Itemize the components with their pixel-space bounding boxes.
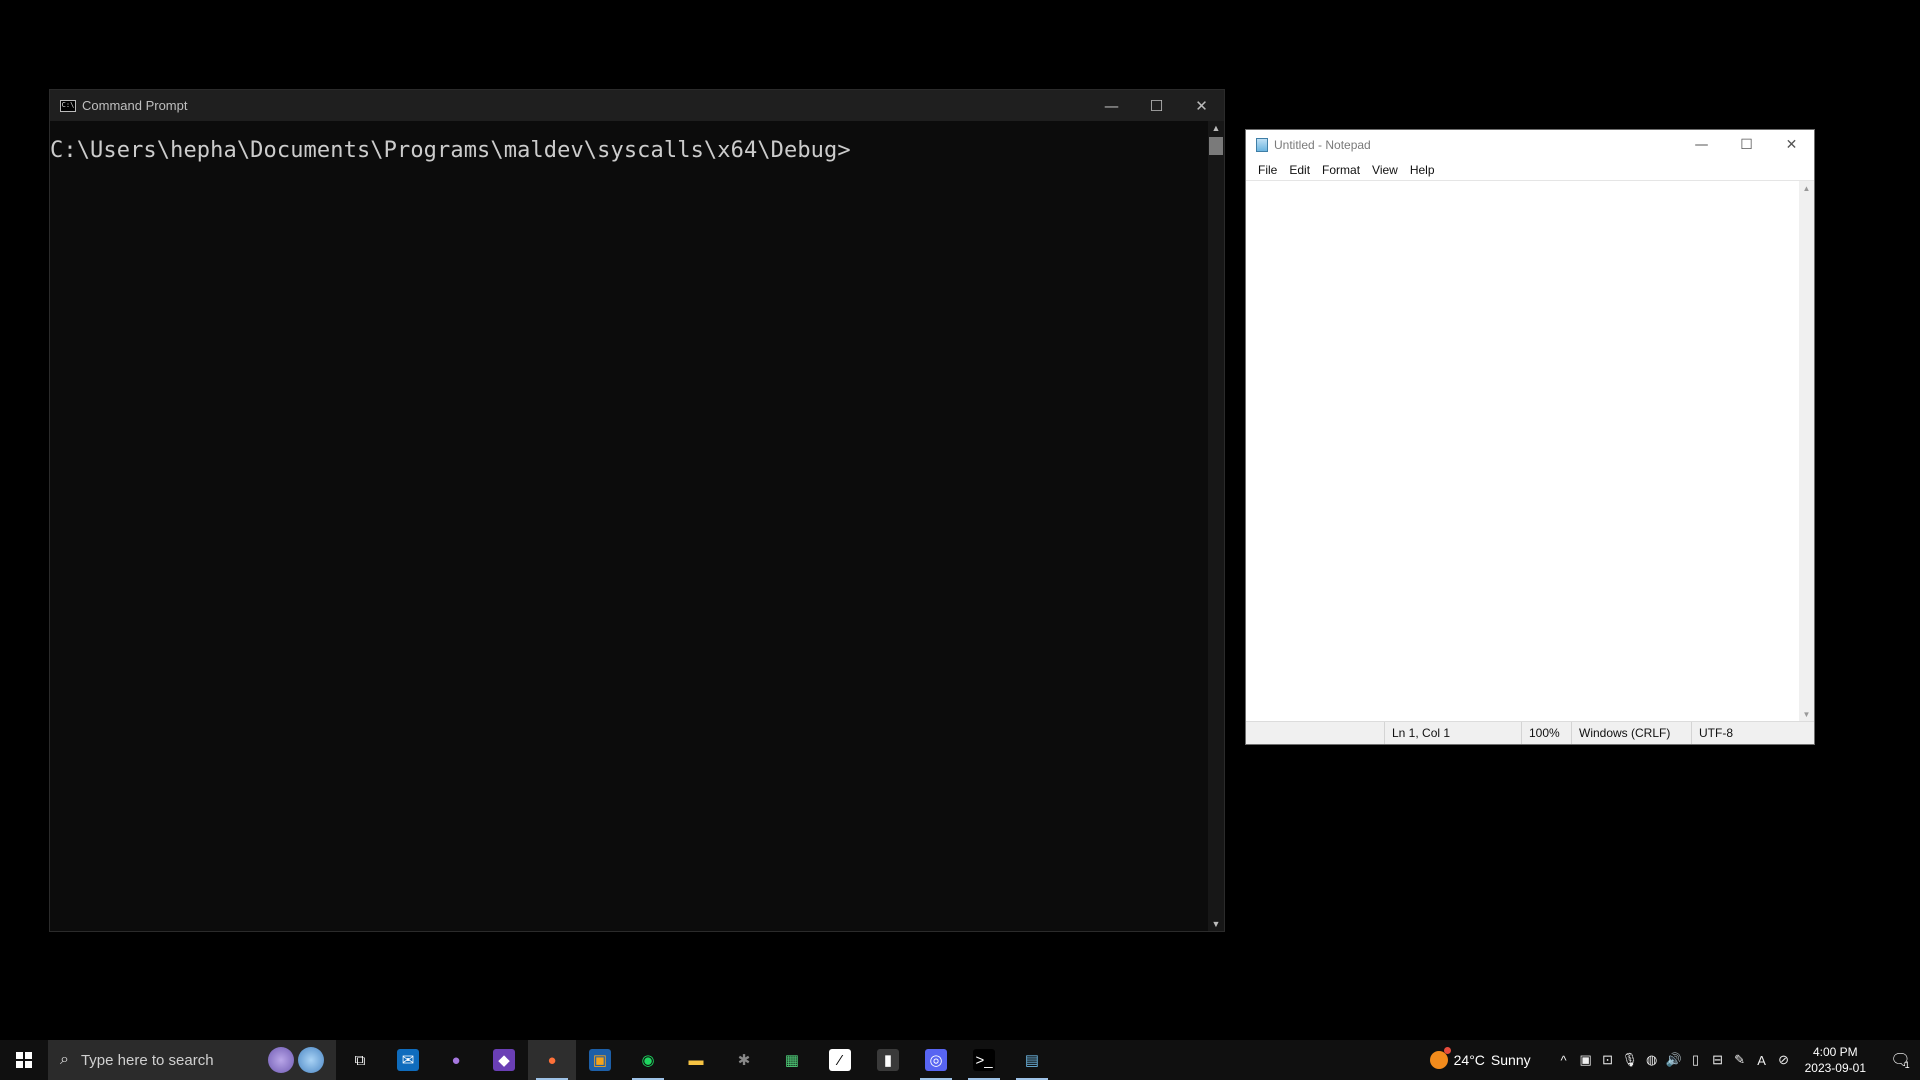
network-icon[interactable]: ⊟ (1707, 1040, 1729, 1080)
taskbar-app-button[interactable]: ▤ (1008, 1040, 1056, 1080)
taskbar-search-box[interactable]: ⌕ Type here to search (48, 1040, 336, 1080)
taskbar-app-button[interactable]: ⧉ (336, 1040, 384, 1080)
maximize-button[interactable]: ☐ (1134, 90, 1179, 121)
notification-center-button[interactable]: 🗨 1 (1880, 1040, 1920, 1080)
notepad-statusbar: Ln 1, Col 1 100% Windows (CRLF) UTF-8 (1246, 721, 1814, 744)
search-placeholder: Type here to search (80, 1051, 214, 1069)
clock-date: 2023-09-01 (1804, 1061, 1866, 1075)
notepad-window[interactable]: Untitled - Notepad — ☐ ✕ File Edit Forma… (1245, 129, 1815, 745)
notepad-title: Untitled - Notepad (1274, 138, 1371, 152)
scroll-thumb[interactable] (1209, 137, 1223, 155)
close-button[interactable]: ✕ (1179, 90, 1224, 121)
command-prompt-line: C:\Users\hepha\Documents\Programs\maldev… (50, 138, 851, 163)
visual-studio-icon: ◆ (493, 1049, 515, 1071)
volume-icon[interactable]: 🔊 (1663, 1040, 1685, 1080)
taskbar: ⌕ Type here to search ⧉ ✉ ● ◆ ● ▣ ◉ ▬ ✱ ▦ ⁄ ▮ ◎ >_ ▤ 2… (0, 1040, 1920, 1080)
input-icon[interactable]: ⊘ (1773, 1040, 1795, 1080)
scroll-down-arrow-icon[interactable]: ▼ (1799, 707, 1814, 722)
taskbar-app-button[interactable]: ▬ (672, 1040, 720, 1080)
notepad-icon: ▤ (1024, 1052, 1040, 1069)
mail-icon: ✉ (397, 1049, 419, 1071)
cmd-titlebar[interactable]: C:\ Command Prompt — ☐ ✕ (50, 90, 1224, 121)
menu-format[interactable]: Format (1316, 163, 1366, 177)
scroll-down-arrow-icon[interactable]: ▼ (1208, 917, 1224, 931)
taskbar-app-button[interactable]: ◆ (480, 1040, 528, 1080)
spotify-icon: ◉ (641, 1052, 655, 1069)
taskbar-app-button[interactable]: ✱ (720, 1040, 768, 1080)
vmware-icon: ▣ (589, 1049, 611, 1071)
clock[interactable]: 4:00 PM 2023-09-01 (1795, 1044, 1880, 1076)
taskbar-app-button[interactable]: ● (432, 1040, 480, 1080)
sunny-weather-icon (1429, 1047, 1451, 1069)
notepad-titlebar[interactable]: Untitled - Notepad — ☐ ✕ (1246, 130, 1814, 160)
system-tray: 24°C Sunny ^ ▣ ⊡ 🎙 ◍ 🔊 ▯ ⊟ ✎ A ⊘ 4:00 PM 2023-09-0… (1429, 1040, 1920, 1080)
tray-icons: ^ ▣ ⊡ 🎙 ◍ 🔊 ▯ ⊟ ✎ A ⊘ (1553, 1040, 1795, 1080)
discord-icon: ◎ (925, 1049, 947, 1071)
command-prompt-window[interactable]: C:\ Command Prompt — ☐ ✕ C:\Users\hepha\… (49, 89, 1225, 932)
language-icon[interactable]: A (1751, 1040, 1773, 1080)
taskbar-app-button[interactable]: ▮ (864, 1040, 912, 1080)
cmd-title: Command Prompt (82, 98, 188, 113)
weather-condition: Sunny (1490, 1052, 1531, 1068)
status-line-ending: Windows (CRLF) (1571, 722, 1691, 744)
notepad-menubar: File Edit Format View Help (1246, 160, 1814, 180)
search-icon: ⌕ (60, 1051, 69, 1068)
cmd-scrollbar[interactable]: ▲ ▼ (1208, 121, 1224, 931)
taskbar-app-button[interactable]: ◎ (912, 1040, 960, 1080)
taskbar-app-button[interactable]: ⁄ (816, 1040, 864, 1080)
twitch-icon: ▮ (877, 1049, 899, 1071)
console-output[interactable]: C:\Users\hepha\Documents\Programs\maldev… (50, 121, 1208, 931)
taskbar-apps: ⧉ ✉ ● ◆ ● ▣ ◉ ▬ ✱ ▦ ⁄ ▮ ◎ >_ ▤ (336, 1040, 1056, 1080)
close-button[interactable]: ✕ (1769, 130, 1814, 160)
pen-icon[interactable]: ✎ (1729, 1040, 1751, 1080)
notes-icon: ⁄ (829, 1049, 851, 1071)
minimize-button[interactable]: — (1089, 90, 1134, 121)
firefox-icon: ● (547, 1051, 557, 1069)
menu-edit[interactable]: Edit (1283, 163, 1316, 177)
taskbar-app-button[interactable]: ● (528, 1040, 576, 1080)
battery-icon[interactable]: ▯ (1685, 1040, 1707, 1080)
menu-file[interactable]: File (1252, 163, 1283, 177)
notepad-app-icon (1256, 138, 1268, 152)
status-position: Ln 1, Col 1 (1384, 722, 1521, 744)
weather-widget[interactable]: 24°C Sunny (1429, 1047, 1531, 1069)
clock-time: 4:00 PM (1812, 1045, 1858, 1059)
weather-temp: 24°C (1453, 1052, 1485, 1068)
status-encoding: UTF-8 (1691, 722, 1801, 744)
taskbar-app-button[interactable]: ◉ (624, 1040, 672, 1080)
chevron-up-icon[interactable]: ^ (1553, 1040, 1575, 1080)
taskbar-app-button[interactable]: ✉ (384, 1040, 432, 1080)
terminal-icon: >_ (973, 1049, 995, 1071)
bug-icon: ✱ (737, 1052, 751, 1069)
chip-icon: ▦ (784, 1052, 800, 1069)
search-highlight-image (268, 1044, 330, 1076)
windows-logo-icon (16, 1052, 32, 1068)
scroll-up-arrow-icon[interactable]: ▲ (1208, 121, 1224, 135)
notepad-text-area[interactable]: ▲ ▼ (1246, 180, 1814, 722)
onenote-icon[interactable]: ▣ (1575, 1040, 1597, 1080)
discord-tray-icon[interactable]: ◍ (1641, 1040, 1663, 1080)
menu-view[interactable]: View (1366, 163, 1404, 177)
task-view-icon: ⧉ (354, 1051, 366, 1069)
minimize-button[interactable]: — (1679, 130, 1724, 160)
maximize-button[interactable]: ☐ (1724, 130, 1769, 160)
menu-help[interactable]: Help (1404, 163, 1441, 177)
notepad-scrollbar[interactable]: ▲ ▼ (1799, 181, 1814, 722)
start-button[interactable] (0, 1040, 48, 1080)
display-icon[interactable]: ⊡ (1597, 1040, 1619, 1080)
status-zoom: 100% (1521, 722, 1571, 744)
taskbar-app-button[interactable]: ▣ (576, 1040, 624, 1080)
scroll-up-arrow-icon[interactable]: ▲ (1799, 181, 1814, 196)
taskbar-app-button[interactable]: ▦ (768, 1040, 816, 1080)
microphone-icon[interactable]: 🎙 (1619, 1040, 1641, 1080)
notification-count: 1 (1904, 1060, 1910, 1070)
tor-browser-icon: ● (451, 1051, 461, 1069)
taskbar-app-button[interactable]: >_ (960, 1040, 1008, 1080)
file-explorer-icon: ▬ (688, 1051, 704, 1069)
cmd-app-icon: C:\ (60, 99, 76, 112)
